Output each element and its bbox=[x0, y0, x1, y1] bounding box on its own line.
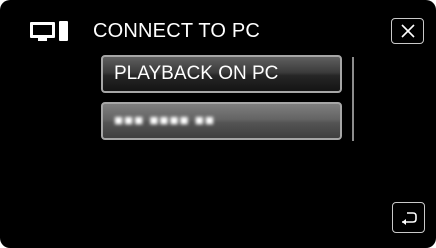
computer-connection-icon bbox=[30, 21, 68, 41]
back-button[interactable] bbox=[392, 202, 425, 233]
menu-item-label: PLAYBACK ON PC bbox=[114, 63, 279, 84]
menu-item-unavailable[interactable]: ■■■ ■■■■ ■■ bbox=[101, 102, 342, 140]
scrollbar[interactable] bbox=[352, 57, 354, 141]
return-icon bbox=[401, 211, 417, 225]
close-icon bbox=[400, 24, 415, 38]
screen: CONNECT TO PC PLAYBACK ON PC ■■■ ■■■■ ■■ bbox=[0, 0, 436, 248]
close-button[interactable] bbox=[391, 18, 424, 44]
page-title: CONNECT TO PC bbox=[93, 20, 261, 42]
menu-item-playback-on-pc[interactable]: PLAYBACK ON PC bbox=[101, 55, 342, 93]
menu-item-masked-label: ■■■ ■■■■ ■■ bbox=[114, 112, 215, 129]
